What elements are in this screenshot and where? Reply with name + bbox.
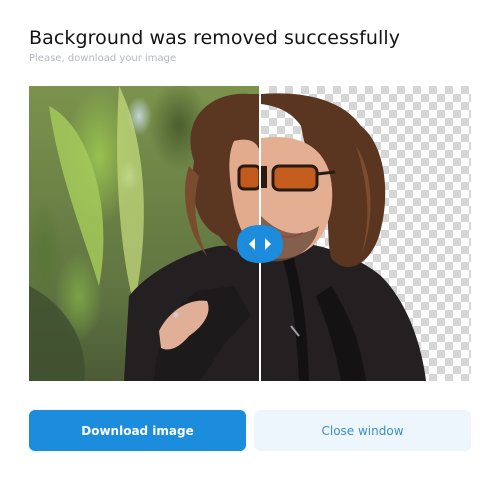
download-image-button[interactable]: Download image	[29, 410, 246, 451]
result-dialog: Background was removed successfully Plea…	[0, 0, 500, 481]
dialog-title: Background was removed successfully	[29, 27, 401, 49]
left-right-arrows-icon[interactable]	[235, 222, 285, 266]
before-after-comparison[interactable]	[29, 86, 471, 381]
close-window-button[interactable]: Close window	[254, 410, 471, 451]
original-image	[29, 86, 260, 381]
person-original	[29, 86, 260, 381]
dialog-subtitle: Please, download your image	[29, 53, 177, 64]
background-removed-image	[261, 86, 471, 381]
person-cutout	[261, 93, 426, 381]
